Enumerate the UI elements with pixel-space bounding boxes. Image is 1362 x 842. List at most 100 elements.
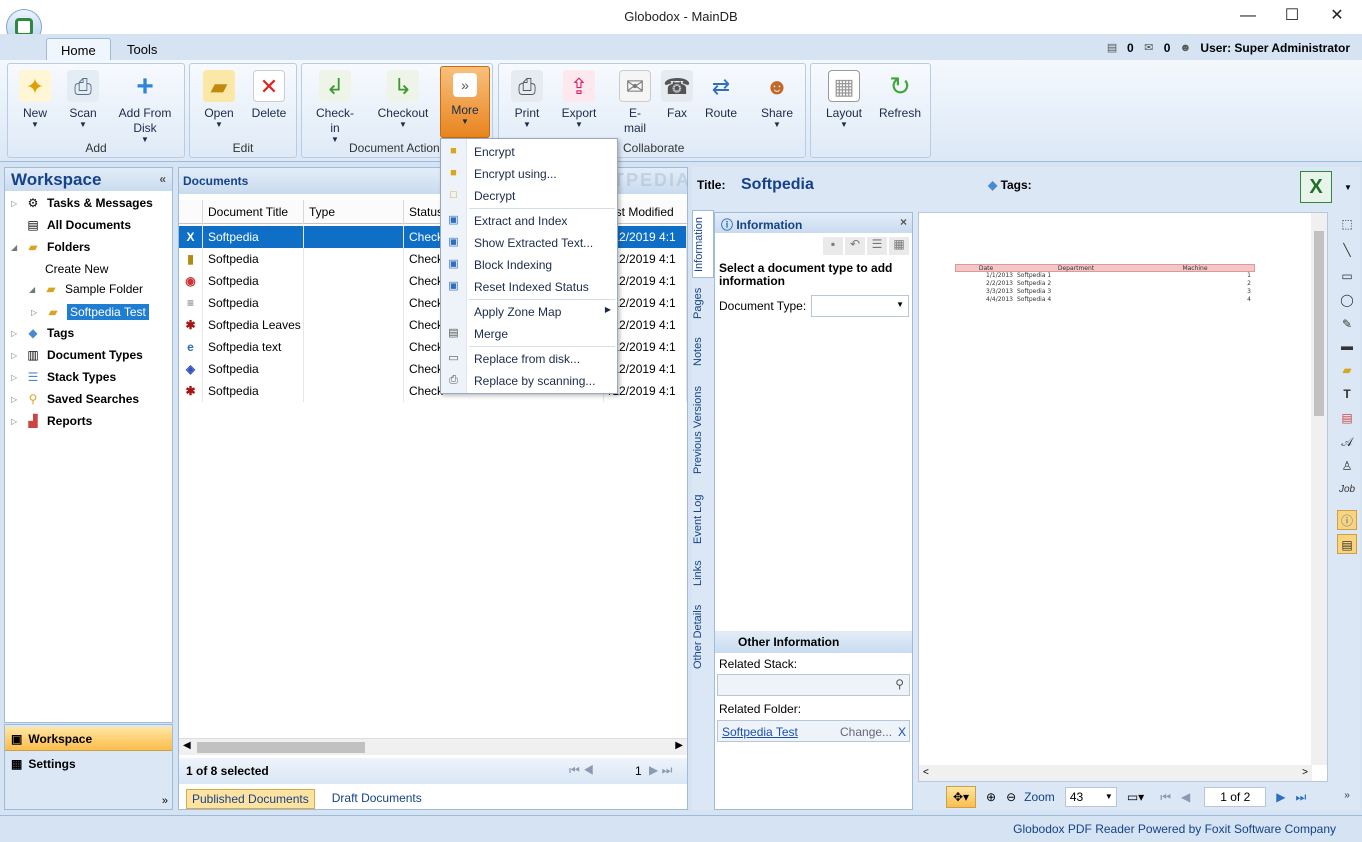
line-tool-icon[interactable]: ╲ [1337,240,1357,260]
menu-item-replace-by-scanning[interactable]: ⎙ Replace by scanning... [441,370,617,392]
first-page-icon[interactable]: ⏮ ◀ [569,763,594,778]
vtab-event-log[interactable]: Event Log [692,490,714,548]
tree-item-saved-searches[interactable]: ▷ ⚲ Saved Searches [11,392,139,406]
document-type-select[interactable]: ▼ [811,295,909,317]
layout-button[interactable]: ▦ Layout ▼ [817,66,871,129]
menu-item-merge[interactable]: ▤ Merge [441,323,617,345]
checkout-button[interactable]: ↳ Checkout ▼ [372,66,434,129]
collapse-icon[interactable]: « [159,172,166,186]
tree-item-document-types[interactable]: ▷ ▥ Document Types [11,348,143,362]
pdf-horizontal-scrollbar[interactable]: < > [919,765,1312,781]
vtab-notes[interactable]: Notes [692,332,714,372]
list-view-icon[interactable]: ☰ [867,237,887,255]
file-menu-arrow-icon[interactable]: ▼ [1344,183,1352,192]
email-button[interactable]: ✉ E-mail [613,66,657,136]
checkin-button[interactable]: ↲ Check-in ▼ [308,66,362,144]
export-button[interactable]: ⇪ Export ▼ [555,66,603,129]
scan-button[interactable]: ⎙ Scan ▼ [60,66,106,129]
delete-button[interactable]: ✕ Delete [246,66,292,121]
fax-button[interactable]: ☎ Fax [657,66,697,121]
column-document-title[interactable]: Document Title [203,200,304,224]
previous-page-icon[interactable]: ◀ [1181,790,1190,804]
nav-workspace[interactable]: ▣ Workspace [5,727,172,751]
search-icon[interactable]: ⚲ [895,677,904,691]
undo-icon[interactable]: ↶ [845,237,865,255]
menu-item-encrypt[interactable]: ■ Encrypt [441,141,617,163]
tree-item-tasks[interactable]: ▷ ⚙ Tasks & Messages [11,196,153,210]
tree-item-sample-folder[interactable]: ◢ ▰ Sample Folder [29,282,143,296]
info-toggle-icon[interactable]: ⓘ [1337,510,1357,530]
pdf-scroll-thumb[interactable] [1314,231,1324,416]
tree-item-create-new[interactable]: Create New [45,262,108,276]
zoom-in-icon[interactable]: ⊕ [986,790,996,804]
tab-draft-documents[interactable]: Draft Documents [327,789,427,809]
minimize-button[interactable]: — [1233,6,1263,26]
related-folder-link[interactable]: Softpedia Test [722,725,798,739]
close-button[interactable]: ✕ [1322,6,1352,26]
pdf-vertical-scrollbar[interactable] [1311,213,1327,765]
scroll-left-icon[interactable]: < [923,767,929,778]
print-button[interactable]: ⎙ Print ▼ [503,66,551,129]
tree-item-stack-types[interactable]: ▷ ☰ Stack Types [11,370,116,384]
expand-toolbar-icon[interactable]: » [1337,786,1357,806]
column-type[interactable]: Type [304,200,404,224]
menu-item-apply-zone-map[interactable]: Apply Zone Map ▶ [441,301,617,323]
route-button[interactable]: ⇄ Route [699,66,743,121]
sticky-note-icon[interactable]: ▰ [1337,360,1357,380]
tree-item-folders[interactable]: ◢ ▰ Folders [11,240,90,254]
scroll-right-icon[interactable]: > [1302,767,1308,778]
text-tool-icon[interactable]: T [1337,384,1357,404]
nav-settings[interactable]: ▦ Settings [5,752,172,776]
scroll-left-icon[interactable]: ◀ [183,740,191,751]
new-button[interactable]: ✦ New ▼ [12,66,58,129]
tab-tools[interactable]: Tools [113,38,171,60]
tree-item-softpedia-test[interactable]: ▷ ▰ Softpedia Test [31,304,149,320]
last-page-icon[interactable]: ⏭ [1295,790,1306,805]
tree-item-tags[interactable]: ▷ ◆ Tags [11,326,74,340]
tree-item-all-documents[interactable]: ▤ All Documents [25,218,131,232]
attachment-tool-icon[interactable]: ▤ [1337,408,1357,428]
fit-width-icon[interactable]: ▭▾ [1127,790,1144,804]
share-button[interactable]: ☻ Share ▼ [753,66,801,129]
page-indicator[interactable]: 1 of 2 [1204,787,1267,807]
highlighter-tool-icon[interactable]: ✎ [1337,314,1357,334]
change-folder-button[interactable]: Change... [840,725,892,739]
menu-item-extract-and-index[interactable]: ▣ Extract and Index [441,210,617,232]
tasks-icon[interactable]: ▤ [1105,41,1119,55]
notes-toggle-icon[interactable]: ▤ [1337,534,1357,554]
next-page-icon[interactable]: ▶ [1276,790,1285,804]
stamp-tool-icon[interactable]: ♙ [1337,456,1357,476]
menu-item-show-extracted-text[interactable]: ▣ Show Extracted Text... [441,232,617,254]
menu-item-decrypt[interactable]: □ Decrypt [441,185,617,207]
configure-buttons-icon[interactable]: » [162,795,168,807]
horizontal-scrollbar[interactable]: ◀ ▶ [179,738,687,755]
menu-item-block-indexing[interactable]: ▣ Block Indexing [441,254,617,276]
vtab-pages[interactable]: Pages [692,282,714,324]
pan-tool-icon[interactable]: ✥▾ [946,786,976,808]
vtab-information[interactable]: Information [692,210,714,278]
scroll-thumb[interactable] [197,742,365,753]
menu-item-reset-indexed-status[interactable]: ▣ Reset Indexed Status [441,276,617,298]
strikeout-tool-icon[interactable]: ▬ [1337,336,1357,356]
save-icon[interactable]: ▪ [823,237,843,255]
refresh-button[interactable]: ↻ Refresh [873,66,927,121]
scroll-right-icon[interactable]: ▶ [675,740,683,751]
menu-item-replace-from-disk[interactable]: ▭ Replace from disk... [441,348,617,370]
add-from-disk-button[interactable]: + Add From Disk ▼ [112,66,178,144]
first-page-icon[interactable]: ⏮ [1160,790,1171,805]
vtab-links[interactable]: Links [692,556,714,590]
mail-icon[interactable]: ✉ [1142,41,1156,55]
zoom-select[interactable]: 43 ▼ [1064,787,1117,807]
vtab-other-details[interactable]: Other Details [692,602,714,672]
grid-view-icon[interactable]: ▦ [889,237,909,255]
signature-tool-icon[interactable]: 𝒜 [1337,432,1357,452]
related-stack-field[interactable]: ⚲ [717,674,910,696]
zoom-out-icon[interactable]: ⊖ [1006,790,1016,804]
remove-folder-button[interactable]: X [898,725,906,739]
tab-published-documents[interactable]: Published Documents [186,789,315,809]
close-panel-icon[interactable]: × [900,215,907,229]
open-button[interactable]: ▰ Open ▼ [196,66,242,129]
last-page-icon[interactable]: ▶ ⏭ [649,763,672,778]
tree-item-reports[interactable]: ▷ ▟ Reports [11,414,92,428]
tab-home[interactable]: Home [46,38,111,60]
